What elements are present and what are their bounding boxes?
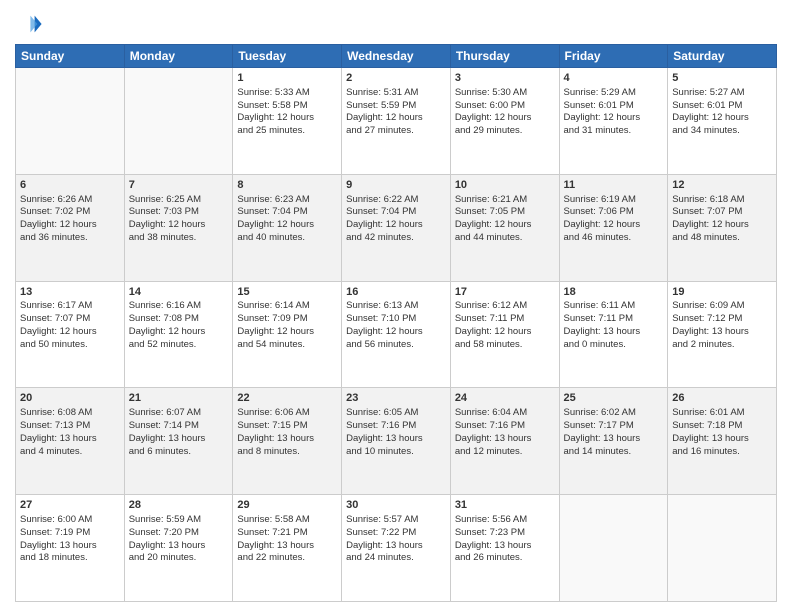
day-number: 18	[564, 285, 664, 300]
calendar-cell: 28Sunrise: 5:59 AMSunset: 7:20 PMDayligh…	[124, 495, 233, 602]
day-number: 21	[129, 391, 229, 406]
day-number: 8	[237, 178, 337, 193]
calendar-cell: 5Sunrise: 5:27 AMSunset: 6:01 PMDaylight…	[668, 68, 777, 175]
day-number: 20	[20, 391, 120, 406]
calendar-cell: 22Sunrise: 6:06 AMSunset: 7:15 PMDayligh…	[233, 388, 342, 495]
day-number: 26	[672, 391, 772, 406]
weekday-header-wednesday: Wednesday	[342, 45, 451, 68]
calendar-cell: 2Sunrise: 5:31 AMSunset: 5:59 PMDaylight…	[342, 68, 451, 175]
day-number: 11	[564, 178, 664, 193]
day-number: 10	[455, 178, 555, 193]
day-number: 9	[346, 178, 446, 193]
calendar-cell: 31Sunrise: 5:56 AMSunset: 7:23 PMDayligh…	[450, 495, 559, 602]
logo	[15, 10, 47, 38]
calendar-cell: 13Sunrise: 6:17 AMSunset: 7:07 PMDayligh…	[16, 281, 125, 388]
calendar-cell: 8Sunrise: 6:23 AMSunset: 7:04 PMDaylight…	[233, 174, 342, 281]
day-number: 27	[20, 498, 120, 513]
calendar-cell: 4Sunrise: 5:29 AMSunset: 6:01 PMDaylight…	[559, 68, 668, 175]
day-number: 22	[237, 391, 337, 406]
calendar-cell: 23Sunrise: 6:05 AMSunset: 7:16 PMDayligh…	[342, 388, 451, 495]
header	[15, 10, 777, 38]
calendar-cell: 30Sunrise: 5:57 AMSunset: 7:22 PMDayligh…	[342, 495, 451, 602]
day-number: 24	[455, 391, 555, 406]
calendar-cell: 10Sunrise: 6:21 AMSunset: 7:05 PMDayligh…	[450, 174, 559, 281]
weekday-header-thursday: Thursday	[450, 45, 559, 68]
page: SundayMondayTuesdayWednesdayThursdayFrid…	[0, 0, 792, 612]
calendar-cell	[559, 495, 668, 602]
calendar-week-row: 1Sunrise: 5:33 AMSunset: 5:58 PMDaylight…	[16, 68, 777, 175]
calendar-table: SundayMondayTuesdayWednesdayThursdayFrid…	[15, 44, 777, 602]
day-number: 31	[455, 498, 555, 513]
day-number: 15	[237, 285, 337, 300]
logo-icon	[15, 10, 43, 38]
weekday-header-sunday: Sunday	[16, 45, 125, 68]
day-number: 28	[129, 498, 229, 513]
day-number: 19	[672, 285, 772, 300]
day-number: 4	[564, 71, 664, 86]
calendar-cell: 1Sunrise: 5:33 AMSunset: 5:58 PMDaylight…	[233, 68, 342, 175]
calendar-cell: 18Sunrise: 6:11 AMSunset: 7:11 PMDayligh…	[559, 281, 668, 388]
day-number: 12	[672, 178, 772, 193]
calendar-cell: 25Sunrise: 6:02 AMSunset: 7:17 PMDayligh…	[559, 388, 668, 495]
weekday-header-tuesday: Tuesday	[233, 45, 342, 68]
weekday-header-saturday: Saturday	[668, 45, 777, 68]
calendar-cell: 16Sunrise: 6:13 AMSunset: 7:10 PMDayligh…	[342, 281, 451, 388]
day-number: 7	[129, 178, 229, 193]
calendar-cell: 24Sunrise: 6:04 AMSunset: 7:16 PMDayligh…	[450, 388, 559, 495]
calendar-cell: 27Sunrise: 6:00 AMSunset: 7:19 PMDayligh…	[16, 495, 125, 602]
day-number: 23	[346, 391, 446, 406]
calendar-cell	[16, 68, 125, 175]
calendar-week-row: 20Sunrise: 6:08 AMSunset: 7:13 PMDayligh…	[16, 388, 777, 495]
calendar-cell: 19Sunrise: 6:09 AMSunset: 7:12 PMDayligh…	[668, 281, 777, 388]
calendar-cell: 26Sunrise: 6:01 AMSunset: 7:18 PMDayligh…	[668, 388, 777, 495]
calendar-cell: 17Sunrise: 6:12 AMSunset: 7:11 PMDayligh…	[450, 281, 559, 388]
day-number: 16	[346, 285, 446, 300]
calendar-cell: 15Sunrise: 6:14 AMSunset: 7:09 PMDayligh…	[233, 281, 342, 388]
calendar-cell: 11Sunrise: 6:19 AMSunset: 7:06 PMDayligh…	[559, 174, 668, 281]
day-number: 30	[346, 498, 446, 513]
day-number: 14	[129, 285, 229, 300]
calendar-week-row: 13Sunrise: 6:17 AMSunset: 7:07 PMDayligh…	[16, 281, 777, 388]
calendar-cell: 6Sunrise: 6:26 AMSunset: 7:02 PMDaylight…	[16, 174, 125, 281]
weekday-header-friday: Friday	[559, 45, 668, 68]
calendar-cell: 9Sunrise: 6:22 AMSunset: 7:04 PMDaylight…	[342, 174, 451, 281]
calendar-cell: 20Sunrise: 6:08 AMSunset: 7:13 PMDayligh…	[16, 388, 125, 495]
day-number: 1	[237, 71, 337, 86]
day-number: 3	[455, 71, 555, 86]
calendar-cell	[668, 495, 777, 602]
day-number: 25	[564, 391, 664, 406]
calendar-cell: 21Sunrise: 6:07 AMSunset: 7:14 PMDayligh…	[124, 388, 233, 495]
calendar-week-row: 6Sunrise: 6:26 AMSunset: 7:02 PMDaylight…	[16, 174, 777, 281]
calendar-cell	[124, 68, 233, 175]
calendar-cell: 29Sunrise: 5:58 AMSunset: 7:21 PMDayligh…	[233, 495, 342, 602]
day-number: 2	[346, 71, 446, 86]
day-number: 13	[20, 285, 120, 300]
day-number: 5	[672, 71, 772, 86]
calendar-week-row: 27Sunrise: 6:00 AMSunset: 7:19 PMDayligh…	[16, 495, 777, 602]
day-number: 17	[455, 285, 555, 300]
day-number: 6	[20, 178, 120, 193]
calendar-cell: 3Sunrise: 5:30 AMSunset: 6:00 PMDaylight…	[450, 68, 559, 175]
weekday-header-row: SundayMondayTuesdayWednesdayThursdayFrid…	[16, 45, 777, 68]
calendar-cell: 7Sunrise: 6:25 AMSunset: 7:03 PMDaylight…	[124, 174, 233, 281]
calendar-cell: 14Sunrise: 6:16 AMSunset: 7:08 PMDayligh…	[124, 281, 233, 388]
calendar-cell: 12Sunrise: 6:18 AMSunset: 7:07 PMDayligh…	[668, 174, 777, 281]
weekday-header-monday: Monday	[124, 45, 233, 68]
day-number: 29	[237, 498, 337, 513]
